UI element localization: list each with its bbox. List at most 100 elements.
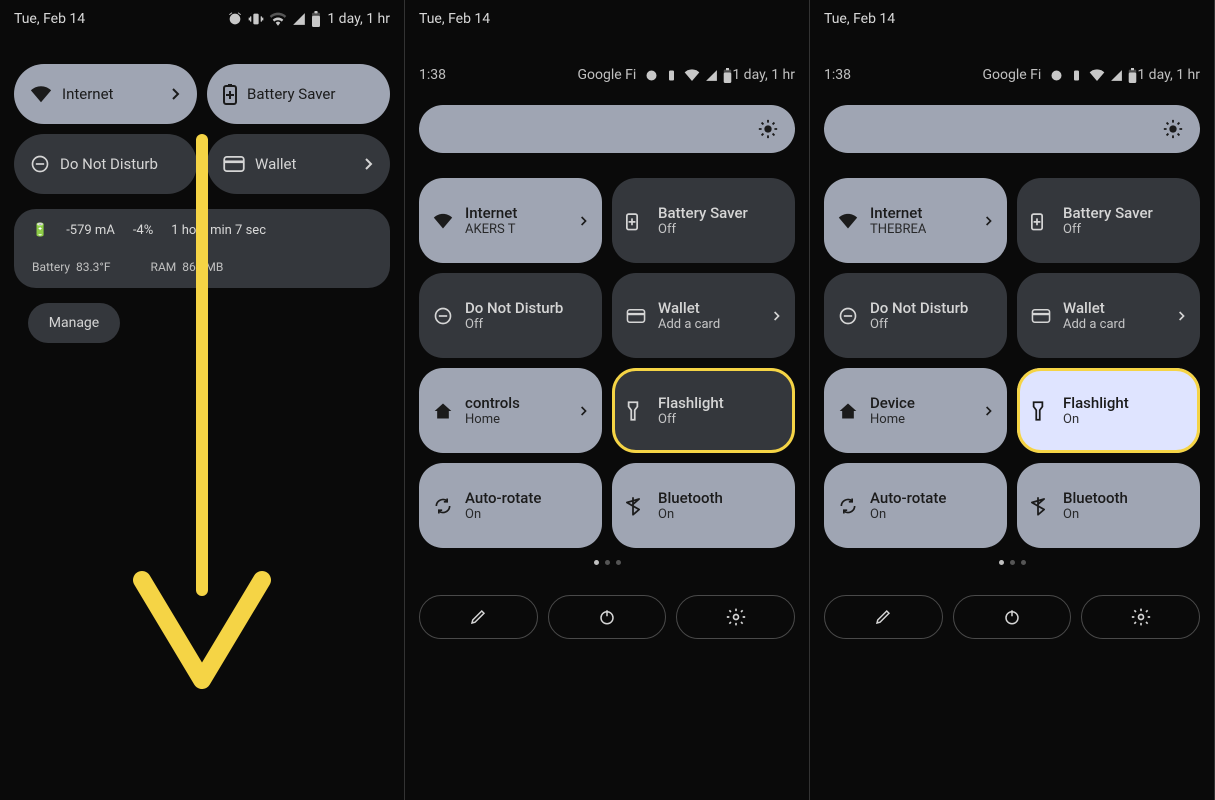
status-bar: Tue, Feb 14 [405,0,809,38]
bluetooth-icon [1031,495,1051,517]
wifi-icon [838,213,858,229]
battery-temp-label: Battery [32,260,70,274]
tile-title: Flashlight [1063,394,1129,412]
tile-title: Device [870,394,915,412]
vibrate-icon [1069,68,1084,83]
flashlight-icon [626,400,646,422]
tile-sub: On [658,507,723,523]
wifi-icon [684,69,700,81]
tile-sub: On [1063,507,1128,523]
status-date: Tue, Feb 14 [419,11,490,27]
tile-sub: Add a card [658,317,720,333]
tile-title: Battery Saver [658,204,748,222]
dnd-icon [30,154,50,174]
wifi-icon [1089,69,1105,81]
chevron-right-icon [364,157,374,171]
autorotate-icon [838,496,858,516]
autorotate-icon [433,496,453,516]
alarm-icon [1049,68,1064,83]
wallet-icon [626,309,646,323]
tile-sub: Off [658,412,724,428]
tile-flashlight[interactable]: FlashlightOff [612,368,795,453]
wallet-icon [1031,309,1051,323]
gear-icon [726,607,746,627]
tile-sub: On [465,507,541,523]
chevron-right-icon [985,405,993,417]
battery-stats-card[interactable]: 🔋 -579 mA -4% 1 ho 7 min 7 sec Battery 8… [14,209,390,288]
settings-button[interactable] [1081,595,1200,639]
panel-quick-settings-expanded-on: Tue, Feb 14 1:38 Google Fi 1 day, 1 hr I… [810,0,1215,800]
status-date: Tue, Feb 14 [14,11,85,27]
status-icons [1049,68,1137,83]
power-button[interactable] [953,595,1072,639]
bluetooth-icon [626,495,646,517]
chevron-right-icon [1178,310,1186,322]
tile-dnd[interactable]: Do Not DisturbOff [824,273,1007,358]
qs-internet-chip[interactable]: Internet [14,64,197,124]
tile-bluetooth[interactable]: BluetoothOn [612,463,795,548]
status-bar-2: 1:38 Google Fi 1 day, 1 hr [810,58,1214,92]
tile-sub: Off [658,222,748,238]
status-carrier: Google Fi [983,67,1042,83]
battery-amps: -579 mA [66,223,115,238]
status-icons [644,68,732,83]
power-button[interactable] [548,595,667,639]
wifi-icon [269,12,287,26]
edit-tiles-button[interactable] [419,595,538,639]
alarm-icon [227,11,243,27]
tile-dnd[interactable]: Do Not DisturbOff [419,273,602,358]
panel-quick-settings-collapsed: Tue, Feb 14 1 day, 1 hr Internet Batter [0,0,405,800]
vibrate-icon [664,68,679,83]
tile-bluetooth[interactable]: BluetoothOn [1017,463,1200,548]
qs-dnd-chip[interactable]: Do Not Disturb [14,134,197,194]
tile-battery-saver[interactable]: Battery SaverOff [612,178,795,263]
tile-sub: Off [1063,222,1153,238]
tile-wallet[interactable]: WalletAdd a card [1017,273,1200,358]
wifi-icon [30,85,52,103]
panel-quick-settings-expanded-off: Tue, Feb 14 1:38 Google Fi 1 day, 1 hr I… [405,0,810,800]
qs-battery-saver-chip[interactable]: Battery Saver [207,64,390,124]
tile-title: Wallet [658,299,720,317]
tile-sub: Add a card [1063,317,1125,333]
tile-title: Internet [870,204,926,222]
status-eta: 1 day, 1 hr [732,67,795,83]
battery-saver-icon [223,83,237,105]
status-bar-2: 1:38 Google Fi 1 day, 1 hr [405,58,809,92]
qs-wallet-chip[interactable]: Wallet [207,134,390,194]
tile-internet[interactable]: InternetTHEBREA [824,178,1007,263]
qs-chip-label: Do Not Disturb [60,155,158,173]
battery-small-icon: 🔋 [32,223,48,238]
brightness-slider[interactable] [824,105,1200,153]
qs-chip-label: Internet [62,85,113,103]
tile-wallet[interactable]: WalletAdd a card [612,273,795,358]
ram-value: 866 MB [182,260,223,274]
brightness-slider[interactable] [419,105,795,153]
tile-home-controls[interactable]: controlsHome [419,368,602,453]
manage-button[interactable]: Manage [28,303,120,343]
vibrate-icon [248,11,264,27]
tile-autorotate[interactable]: Auto-rotateOn [824,463,1007,548]
tile-title: Auto-rotate [870,489,946,507]
wifi-icon [433,213,453,229]
status-bar: Tue, Feb 14 [810,0,1214,38]
tile-sub: THEBREA [870,222,926,238]
tile-internet[interactable]: InternetAKERS T [419,178,602,263]
battery-icon [1128,68,1137,83]
battery-saver-icon [626,211,646,231]
chevron-right-icon [580,215,588,227]
home-icon [433,401,453,421]
tile-sub: On [1063,412,1129,428]
tile-sub: On [870,507,946,523]
edit-tiles-button[interactable] [824,595,943,639]
tile-title: Wallet [1063,299,1125,317]
tile-flashlight[interactable]: FlashlightOn [1017,368,1200,453]
tile-autorotate[interactable]: Auto-rotateOn [419,463,602,548]
tile-battery-saver[interactable]: Battery SaverOff [1017,178,1200,263]
signal-icon [705,69,718,82]
settings-button[interactable] [676,595,795,639]
tile-home-controls[interactable]: DeviceHome [824,368,1007,453]
dnd-icon [838,306,858,326]
battery-icon [723,68,732,83]
status-carrier: Google Fi [578,67,637,83]
brightness-icon [1162,118,1184,140]
